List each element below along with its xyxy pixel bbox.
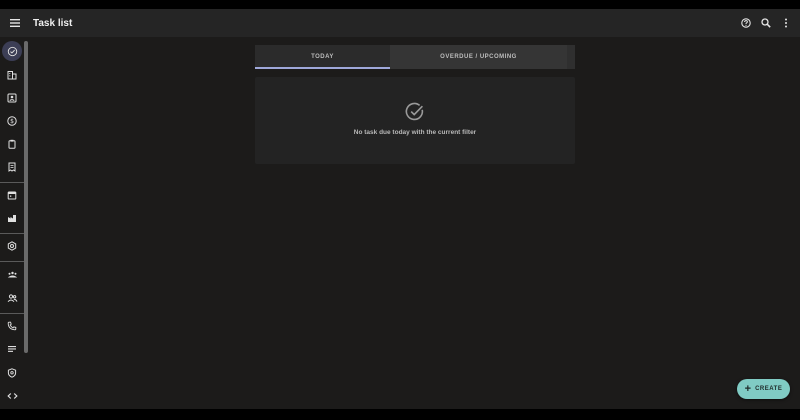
menu-icon	[10, 19, 20, 27]
rail-item-quotes[interactable]	[2, 134, 22, 154]
phone-icon	[7, 321, 17, 331]
top-actions	[736, 9, 796, 37]
check-circle-icon	[405, 102, 424, 121]
plus-icon: +	[744, 382, 752, 395]
page-title: Task list	[33, 17, 73, 29]
rail-item-developer[interactable]	[2, 386, 22, 406]
factory-icon	[8, 215, 16, 222]
rail-item-settings[interactable]	[2, 236, 22, 256]
tab-today[interactable]: TODAY	[255, 45, 390, 69]
receipt-icon	[8, 162, 16, 172]
check-circle-icon	[7, 46, 17, 56]
rail-divider	[0, 182, 24, 183]
search-icon	[761, 18, 771, 28]
people-icon	[7, 294, 17, 302]
create-button-label: CREATE	[755, 386, 783, 392]
code-icon	[6, 393, 18, 399]
rail-divider	[0, 233, 24, 234]
more-button[interactable]	[776, 9, 796, 37]
rail-item-production[interactable]	[2, 208, 22, 228]
rail-item-contacts[interactable]	[2, 88, 22, 108]
more-vert-icon	[785, 18, 787, 28]
empty-state-panel: No task due today with the current filte…	[255, 77, 575, 164]
contact-card-icon	[7, 93, 17, 103]
svg-text:$: $	[10, 118, 14, 125]
rail-item-deals[interactable]: $	[2, 111, 22, 131]
rail-divider	[0, 261, 24, 262]
rail-item-security[interactable]	[2, 363, 22, 383]
rail-item-groups[interactable]	[2, 264, 22, 284]
top-app-bar: Task list	[0, 9, 800, 37]
search-button[interactable]	[756, 9, 776, 37]
rail-item-invoices[interactable]	[2, 157, 22, 177]
rail-item-notes[interactable]	[2, 339, 22, 359]
rail-item-companies[interactable]	[2, 65, 22, 85]
list-icon	[8, 346, 16, 352]
create-button[interactable]: + CREATE	[737, 379, 790, 399]
menu-button[interactable]	[0, 9, 30, 37]
rail-divider	[0, 313, 24, 314]
building-icon	[7, 71, 17, 80]
rail-item-users[interactable]	[2, 288, 22, 308]
calendar-icon	[7, 191, 17, 200]
app-window: Task list $ TODAY OVERDUE / UPCOMING No …	[0, 9, 800, 409]
navigation-rail: $	[0, 37, 26, 409]
rail-scrollbar[interactable]	[24, 41, 28, 353]
shield-icon	[7, 368, 17, 378]
help-icon	[741, 18, 751, 28]
dollar-icon: $	[7, 116, 17, 126]
rail-item-calendar[interactable]	[2, 185, 22, 205]
task-tabs: TODAY OVERDUE / UPCOMING	[255, 45, 575, 69]
rail-item-tasks[interactable]	[2, 41, 22, 61]
group-icon	[7, 271, 17, 278]
settings-hex-icon	[7, 241, 17, 251]
help-button[interactable]	[736, 9, 756, 37]
tab-overdue-upcoming[interactable]: OVERDUE / UPCOMING	[390, 45, 567, 69]
empty-state-message: No task due today with the current filte…	[353, 129, 477, 136]
rail-item-calls[interactable]	[2, 316, 22, 336]
clipboard-icon	[8, 139, 16, 149]
tabs-scroll-edge	[567, 45, 575, 69]
